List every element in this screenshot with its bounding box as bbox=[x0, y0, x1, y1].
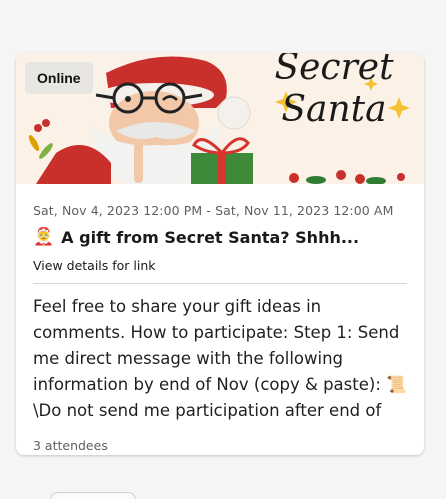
event-title-row[interactable]: 🤶 A gift from Secret Santa? Shhh... bbox=[33, 224, 407, 250]
event-content: Sat, Nov 4, 2023 12:00 PM - Sat, Nov 11,… bbox=[16, 184, 424, 453]
view-details-link[interactable]: View details for link bbox=[33, 258, 156, 273]
event-date-range: Sat, Nov 4, 2023 12:00 PM - Sat, Nov 11,… bbox=[33, 203, 394, 218]
event-description: Feel free to share your gift ideas in co… bbox=[33, 297, 407, 420]
online-status-badge: Online bbox=[25, 62, 93, 94]
banner-text: Secret Santa bbox=[274, 53, 394, 130]
page: Secret Santa Online Sat, Nov 4, 2023 12:… bbox=[0, 0, 446, 499]
event-card[interactable]: Secret Santa Online Sat, Nov 4, 2023 12:… bbox=[16, 53, 424, 455]
event-title[interactable]: A gift from Secret Santa? Shhh... bbox=[61, 228, 359, 247]
attendees-count[interactable]: 3 attendees bbox=[33, 438, 407, 453]
divider bbox=[33, 283, 407, 284]
event-banner-image: Secret Santa Online bbox=[16, 53, 424, 184]
next-card-edge bbox=[50, 492, 136, 499]
mrs-claus-emoji-icon: 🤶 bbox=[33, 226, 55, 247]
